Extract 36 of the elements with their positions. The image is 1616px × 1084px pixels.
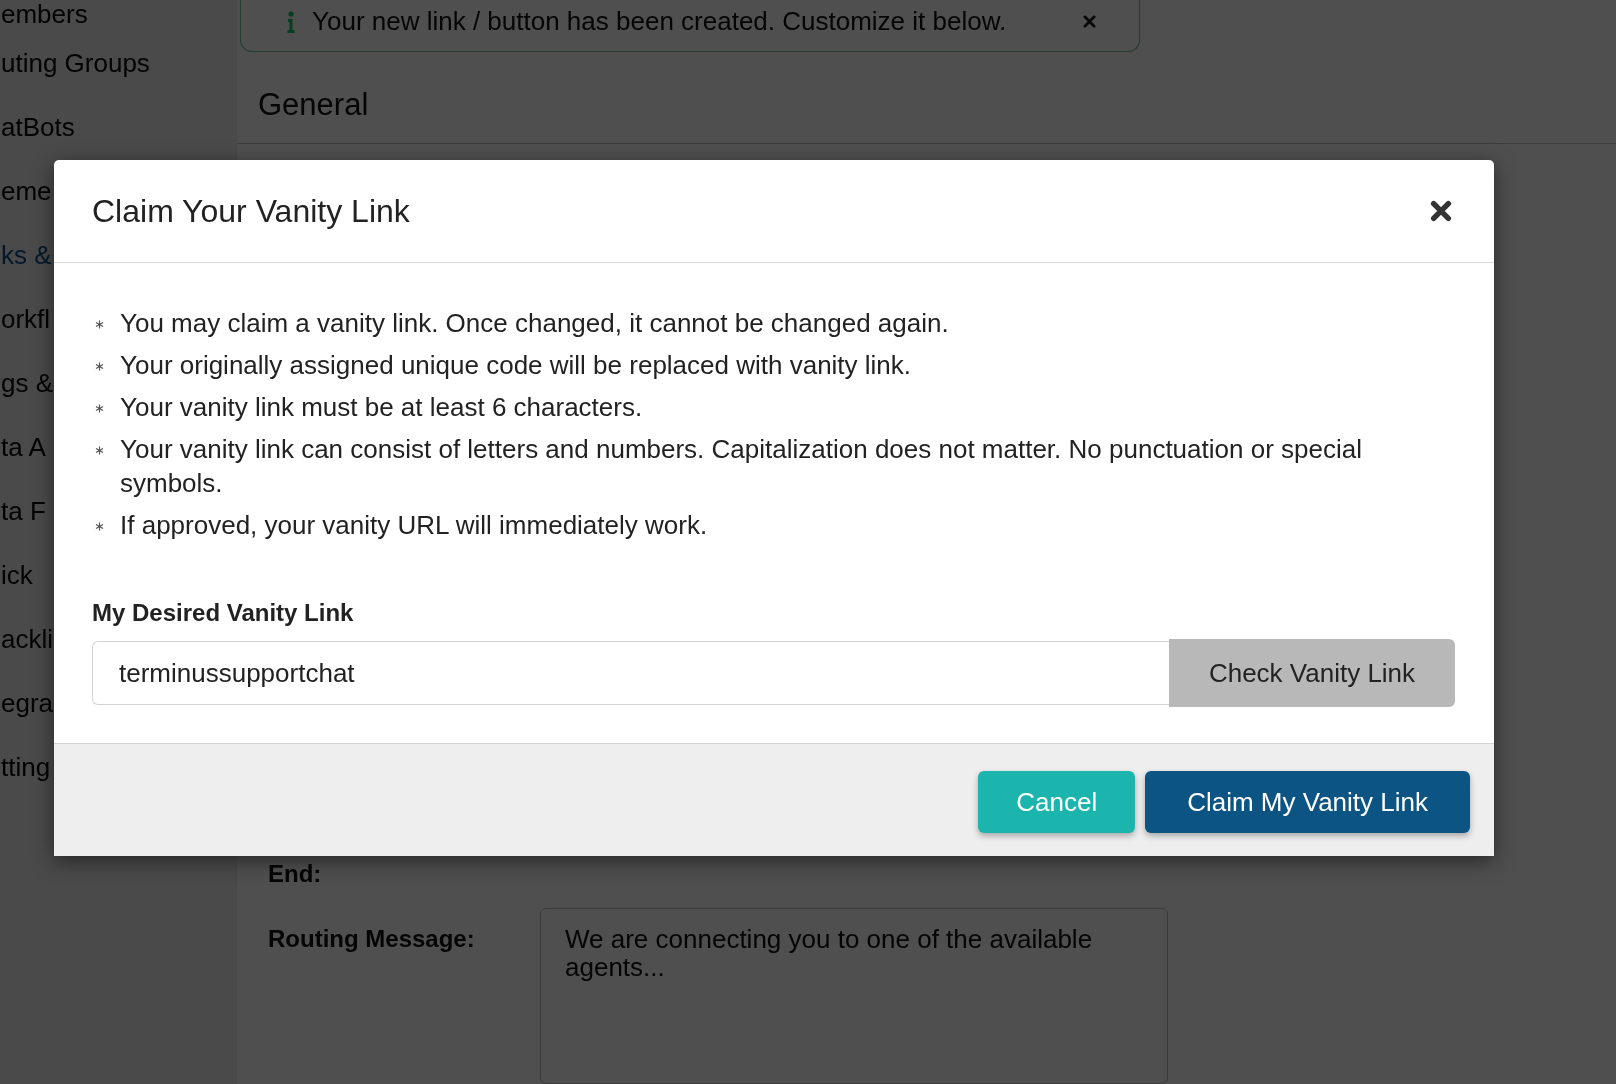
asterisk-icon xyxy=(95,446,104,455)
sidebar-item[interactable]: tting xyxy=(1,753,51,781)
message-field[interactable]: We are connecting you to one of the available agents... xyxy=(540,908,1168,1084)
sidebar-item[interactable]: atBots xyxy=(1,113,75,141)
asterisk-icon xyxy=(95,362,104,371)
asterisk-icon xyxy=(95,522,104,531)
field-label: End: xyxy=(268,860,322,888)
sidebar-item[interactable]: gs & xyxy=(1,369,54,397)
check-vanity-link-button[interactable]: Check Vanity Link xyxy=(1169,639,1455,707)
asterisk-icon xyxy=(95,404,104,413)
cancel-button[interactable]: Cancel xyxy=(978,771,1136,833)
section-title: General xyxy=(258,86,369,123)
vanity-link-input[interactable]: terminussupportchat xyxy=(92,641,1169,705)
rule-text: Your originally assigned unique code will be replaced with vanity link. xyxy=(120,349,912,382)
sidebar-item[interactable]: uting Groups xyxy=(1,49,150,77)
asterisk-icon xyxy=(95,320,104,329)
rule-text: You may claim a vanity link. Once changed, it cannot be changed again. xyxy=(120,307,949,340)
rule-text: Your vanity link must be at least 6 characters. xyxy=(120,391,643,424)
sidebar-item[interactable]: orkfl xyxy=(1,305,51,333)
close-icon[interactable] xyxy=(1430,200,1452,222)
sidebar-item[interactable]: ta F xyxy=(1,497,46,525)
sidebar-item[interactable]: ks & xyxy=(1,241,52,269)
modal-title: Claim Your Vanity Link xyxy=(92,192,410,230)
claim-button[interactable]: Claim My Vanity Link xyxy=(1145,771,1470,833)
sidebar-item[interactable]: embers xyxy=(1,0,88,28)
info-icon xyxy=(287,10,295,33)
sidebar-item[interactable]: ick xyxy=(1,561,33,589)
sidebar-item[interactable]: egra xyxy=(1,689,54,717)
sidebar-item[interactable]: eme xyxy=(1,177,52,205)
sidebar-item[interactable]: ackli xyxy=(1,625,53,653)
sidebar-item[interactable]: ta A xyxy=(1,433,46,461)
rule-text: If approved, your vanity URL will immediately work. xyxy=(120,509,708,542)
field-label: Routing Message: xyxy=(268,925,475,953)
field-label: My Desired Vanity Link xyxy=(92,599,354,627)
alert-message: Your new link / button has been created. Customize it below. xyxy=(312,6,1007,37)
rule-text: Your vanity link can consist of letters and numbers. Capitalization does not matter. No punctuation or special symbols. xyxy=(120,433,1363,500)
